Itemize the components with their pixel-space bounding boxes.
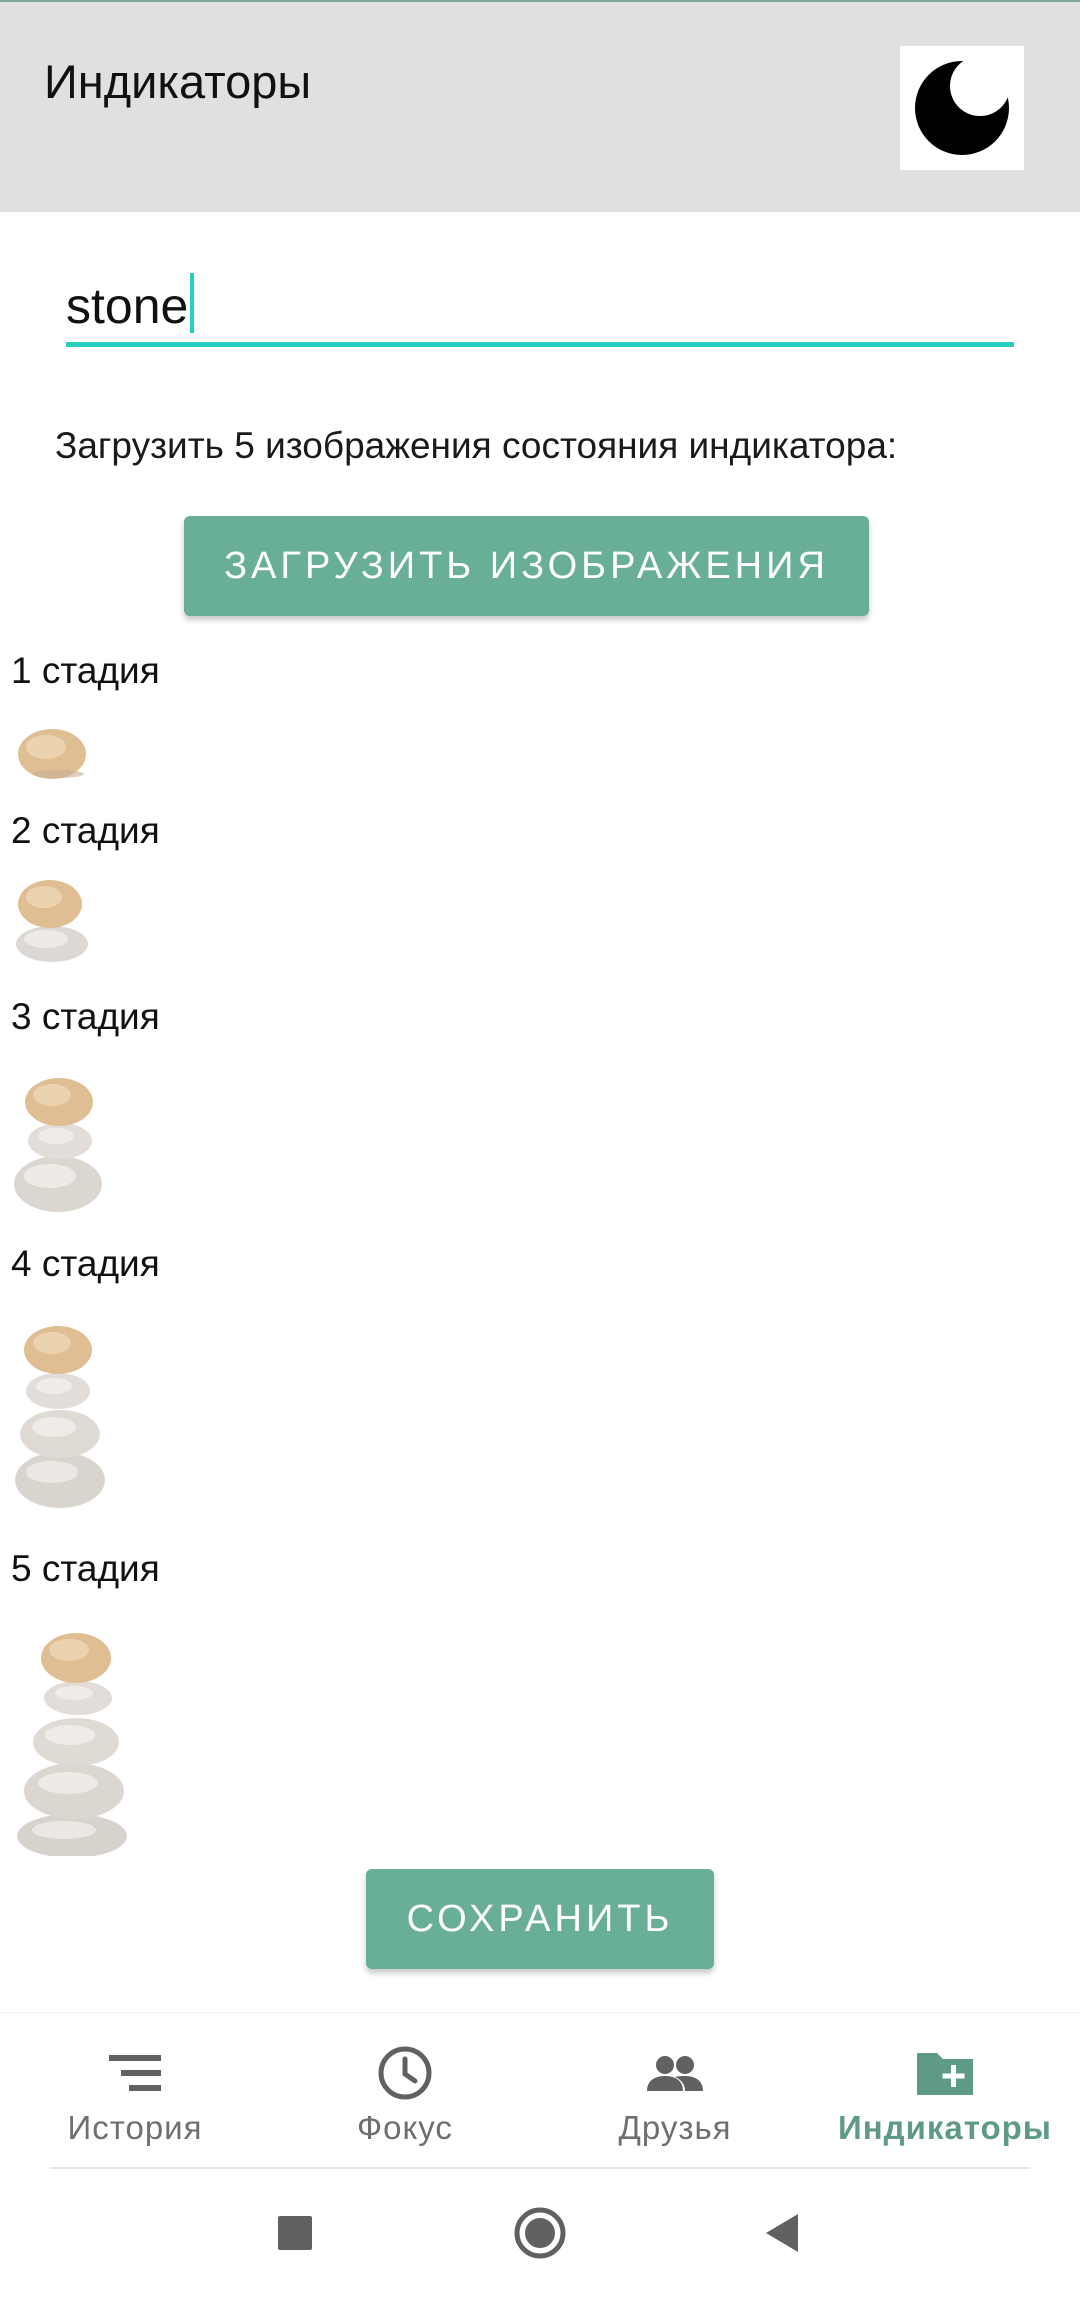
nav-label-history: История bbox=[67, 2109, 203, 2146]
stage-5-image bbox=[17, 1633, 127, 1856]
nav-label-friends: Друзья bbox=[618, 2109, 732, 2146]
indicator-name-input[interactable]: stone bbox=[66, 265, 1014, 347]
stage-5-label: 5 стадия bbox=[11, 1548, 160, 1589]
nav-label-focus: Фокус bbox=[357, 2109, 453, 2146]
nav-item-indicators[interactable]: Индикаторы bbox=[810, 2013, 1080, 2169]
nav-label-indicators: Индикаторы bbox=[838, 2109, 1052, 2146]
clock-icon bbox=[378, 2046, 432, 2100]
moon-icon bbox=[915, 61, 1009, 155]
stage-3-image bbox=[14, 1078, 102, 1212]
upload-images-button[interactable]: ЗАГРУЗИТЬ ИЗОБРАЖЕНИЯ bbox=[184, 516, 869, 616]
stage-1-image bbox=[18, 729, 86, 779]
stage-4-image bbox=[15, 1326, 105, 1508]
stage-1-label: 1 стадия bbox=[11, 650, 160, 691]
stage-2-label: 2 стадия bbox=[11, 810, 160, 851]
nav-item-friends[interactable]: Друзья bbox=[540, 2013, 810, 2169]
stage-2-image bbox=[16, 880, 88, 962]
stage-4-label: 4 стадия bbox=[11, 1243, 160, 1284]
indicator-name-value: stone bbox=[66, 278, 189, 334]
text-caret bbox=[190, 273, 195, 333]
app-bar: Индикаторы bbox=[0, 0, 1080, 212]
nav-item-focus[interactable]: Фокус bbox=[270, 2013, 540, 2169]
theme-toggle-button[interactable] bbox=[900, 46, 1024, 170]
people-icon bbox=[647, 2056, 703, 2091]
back-triangle-icon[interactable] bbox=[756, 2169, 806, 2298]
bottom-navigation: История Фокус Друзья Индикаторы bbox=[0, 2012, 1080, 2169]
list-icon bbox=[109, 2055, 161, 2091]
save-button[interactable]: СОХРАНИТЬ bbox=[366, 1869, 714, 1969]
folder-plus-icon bbox=[917, 2053, 973, 2095]
nav-item-history[interactable]: История bbox=[0, 2013, 270, 2169]
home-circle-icon[interactable] bbox=[510, 2169, 570, 2298]
upload-caption: Загрузить 5 изображения состояния индика… bbox=[55, 425, 898, 466]
system-navigation-bar bbox=[0, 2169, 1080, 2298]
stage-3-label: 3 стадия bbox=[11, 996, 160, 1037]
recents-square-icon[interactable] bbox=[268, 2169, 324, 2298]
page-title: Индикаторы bbox=[44, 55, 312, 108]
